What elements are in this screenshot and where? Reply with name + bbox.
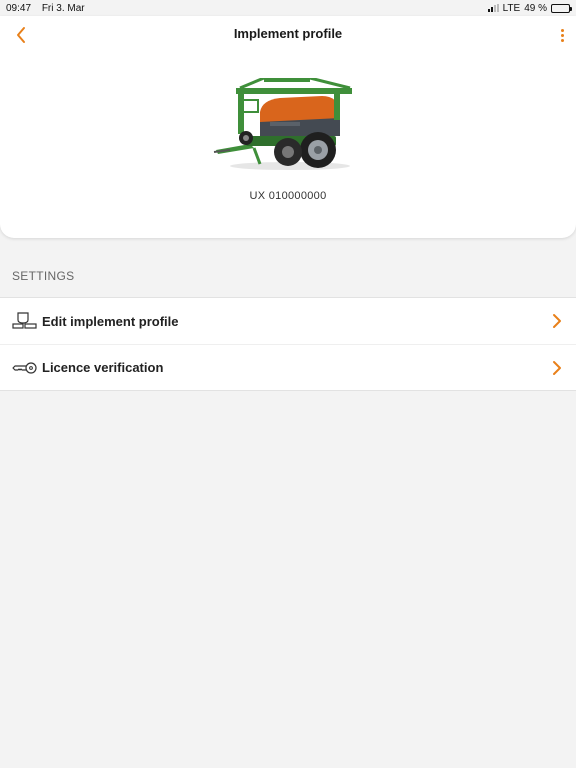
chevron-right-icon — [550, 359, 564, 377]
settings-item-label: Licence verification — [42, 360, 164, 375]
status-left: 09:47 Fri 3. Mar — [6, 3, 93, 14]
settings-item-label: Edit implement profile — [42, 313, 179, 329]
battery-icon — [551, 3, 572, 13]
settings-section-header: SETTINGS — [12, 269, 75, 283]
chevron-right-icon — [550, 312, 564, 330]
more-vertical-icon — [560, 28, 564, 32]
status-time: 09:47 — [6, 2, 32, 14]
signal-icon — [487, 4, 499, 12]
settings-item-edit-implement-profile[interactable]: Edit implement profile — [0, 298, 576, 344]
key-icon — [12, 358, 38, 378]
settings-list: Edit implement profile Licence verificat… — [0, 297, 576, 391]
page-title: Implement profile — [233, 26, 343, 41]
status-date: Fri 3. Mar — [41, 2, 85, 14]
implement-id: UX 010000000 — [249, 190, 327, 202]
settings-item-licence-verification[interactable]: Licence verification — [0, 344, 576, 390]
network-label: LTE — [502, 2, 521, 14]
status-bar: 09:47 Fri 3. Mar LTE 49 % — [0, 0, 576, 16]
implement-header-card: Implement profile UX 010000000 — [0, 16, 576, 238]
more-menu-button[interactable] — [554, 24, 570, 46]
battery-percent: 49 % — [524, 2, 547, 14]
field-sprayer-image — [213, 78, 352, 170]
status-right: LTE 49 % — [487, 2, 572, 14]
implement-edit-icon — [12, 311, 38, 331]
